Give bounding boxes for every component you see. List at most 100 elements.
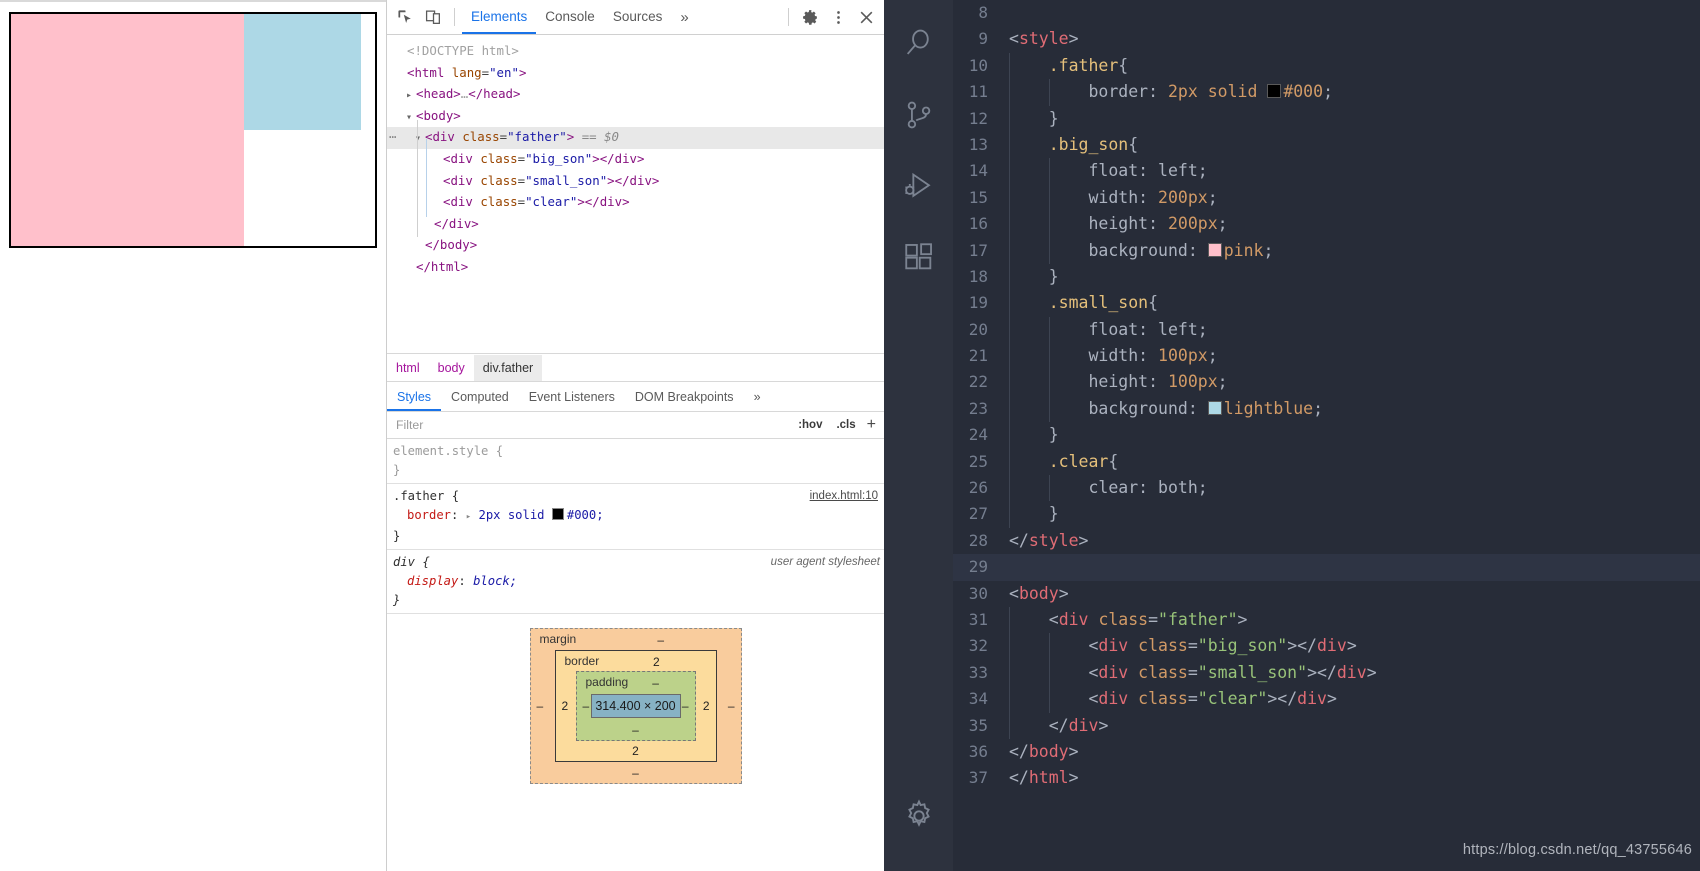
box-model-content-size[interactable]: 314.400 × 200 [590,694,681,718]
code-line[interactable]: 28 </style> [953,528,1700,554]
code-text[interactable]: } [1009,263,1059,291]
code-text[interactable] [1009,554,1019,580]
border-left-value[interactable]: 2 [562,699,569,713]
code-text[interactable]: border: 2px solid #000; [1009,79,1333,106]
css-declaration[interactable]: border: ▸ 2px solid #000; [393,506,884,527]
box-model-border[interactable]: border 2 2 2 2 padding – – – – 314.400 ×… [554,650,717,762]
margin-left-value[interactable]: – [537,699,544,713]
code-line[interactable]: 15 width: 200px; [953,184,1700,212]
dom-tree-node[interactable]: <!DOCTYPE html> [387,41,884,63]
code-line[interactable]: 18 } [953,263,1700,291]
search-icon[interactable] [884,8,953,79]
code-line[interactable]: 17 background: pink; [953,237,1700,264]
settings-gear-icon[interactable] [884,780,953,851]
code-text[interactable]: float: left; [1009,316,1208,344]
code-text[interactable]: <div class="small_son"></div> [1009,659,1377,687]
expand-triangle-icon[interactable] [433,151,443,171]
rule-selector[interactable]: element.style { [393,442,884,461]
close-icon[interactable] [852,3,880,31]
code-text[interactable]: </body> [1009,739,1079,765]
code-line[interactable]: 37 </html> [953,765,1700,791]
filter-input[interactable] [387,417,792,433]
margin-bottom-value[interactable]: – [632,766,639,780]
margin-top-value[interactable]: – [657,633,664,647]
dom-tree-node[interactable]: <div class="big_son"></div> [387,149,884,171]
expand-shorthand-icon[interactable]: ▸ [466,512,471,522]
code-text[interactable]: float: left; [1009,158,1208,185]
kebab-menu-icon[interactable] [824,3,852,31]
expand-triangle-icon[interactable] [397,65,407,85]
code-text[interactable]: .big_son{ [1009,131,1138,159]
code-line[interactable]: 23 background: lightblue; [953,395,1700,423]
expand-triangle-icon[interactable] [397,43,407,63]
code-line[interactable]: 35 </div> [953,712,1700,739]
padding-right-value[interactable]: – [682,699,689,713]
code-line[interactable]: 32 <div class="big_son"></div> [953,633,1700,660]
code-text[interactable]: background: pink; [1009,237,1273,264]
code-line[interactable]: 30 <body> [953,581,1700,607]
padding-top-value[interactable]: – [652,676,659,690]
code-line[interactable]: 19 .small_son{ [953,290,1700,317]
gear-icon[interactable] [796,3,824,31]
tab-console[interactable]: Console [536,0,604,34]
expand-triangle-icon[interactable] [424,216,434,236]
expand-triangle-icon[interactable] [406,259,416,279]
code-text[interactable]: } [1009,501,1059,528]
node-menu-icon[interactable]: ⋯ [389,127,397,147]
code-line[interactable]: 8 [953,0,1700,26]
code-text[interactable]: } [1009,105,1059,132]
code-text[interactable]: <div class="clear"></div> [1009,686,1337,713]
css-rule[interactable]: index.html:10 .father {border: ▸ 2px soli… [387,484,884,550]
box-model-padding[interactable]: padding – – – – 314.400 × 200 [575,671,696,741]
code-line[interactable]: 36 </body> [953,739,1700,765]
code-line[interactable]: 29 [953,554,1700,581]
code-text[interactable]: } [1009,422,1059,449]
code-text[interactable]: <style> [1009,26,1079,52]
border-top-value[interactable]: 2 [653,655,660,669]
code-text[interactable]: .father{ [1009,52,1128,80]
code-line[interactable]: 34 <div class="clear"></div> [953,686,1700,713]
padding-bottom-value[interactable]: – [632,723,639,737]
more-tabs-chevron-icon[interactable]: » [671,9,697,26]
cls-button[interactable]: .cls [829,419,862,431]
code-editor[interactable]: 8 9 <style> 10 .father{11 border: 2px soli… [953,0,1700,871]
extensions-icon[interactable] [884,221,953,292]
inspect-element-icon[interactable] [391,3,419,31]
margin-right-value[interactable]: – [728,699,735,713]
styles-tab-event-listeners[interactable]: Event Listeners [519,383,625,411]
code-text[interactable]: <div class="big_son"></div> [1009,633,1357,660]
code-line[interactable]: 13 .big_son{ [953,131,1700,159]
styles-tab-styles[interactable]: Styles [387,383,441,411]
code-line[interactable]: 12 } [953,105,1700,132]
dom-tree-node[interactable]: </html> [387,257,884,279]
css-declaration[interactable]: display: block; [393,572,884,591]
styles-tab-computed[interactable]: Computed [441,383,519,411]
dom-tree-node[interactable]: </body> [387,235,884,257]
code-line[interactable]: 16 height: 200px; [953,211,1700,238]
breadcrumb-item-body[interactable]: body [429,355,474,381]
code-text[interactable]: .small_son{ [1009,290,1158,317]
code-text[interactable]: </html> [1009,765,1079,791]
code-text[interactable]: <body> [1009,581,1069,607]
hov-button[interactable]: :hov [791,419,829,431]
breadcrumb-item-html[interactable]: html [387,355,429,381]
dom-tree-node[interactable]: ▸ <head>…</head> [387,84,884,106]
tab-elements[interactable]: Elements [462,0,536,34]
dom-tree-node[interactable]: <html lang="en"> [387,63,884,85]
dom-tree-node[interactable]: <div class="small_son"></div> [387,171,884,193]
dom-tree-node[interactable]: ⋯ ▾ <div class="father"> == $0 [387,127,884,149]
styles-tab-dom-breakpoints[interactable]: DOM Breakpoints [625,383,744,411]
border-right-value[interactable]: 2 [703,699,710,713]
css-rule[interactable]: user agent stylesheet div {display: block… [387,550,884,614]
expand-triangle-icon[interactable] [433,194,443,214]
tab-sources[interactable]: Sources [604,0,672,34]
code-line[interactable]: 24 } [953,422,1700,449]
code-line[interactable]: 22 height: 100px; [953,369,1700,396]
code-line[interactable]: 26 clear: both; [953,475,1700,502]
code-text[interactable]: width: 100px; [1009,343,1218,370]
code-text[interactable]: .clear{ [1009,448,1118,476]
source-control-icon[interactable] [884,79,953,150]
code-text[interactable]: height: 200px; [1009,211,1228,238]
code-text[interactable]: width: 200px; [1009,184,1218,212]
color-swatch[interactable] [551,508,564,520]
